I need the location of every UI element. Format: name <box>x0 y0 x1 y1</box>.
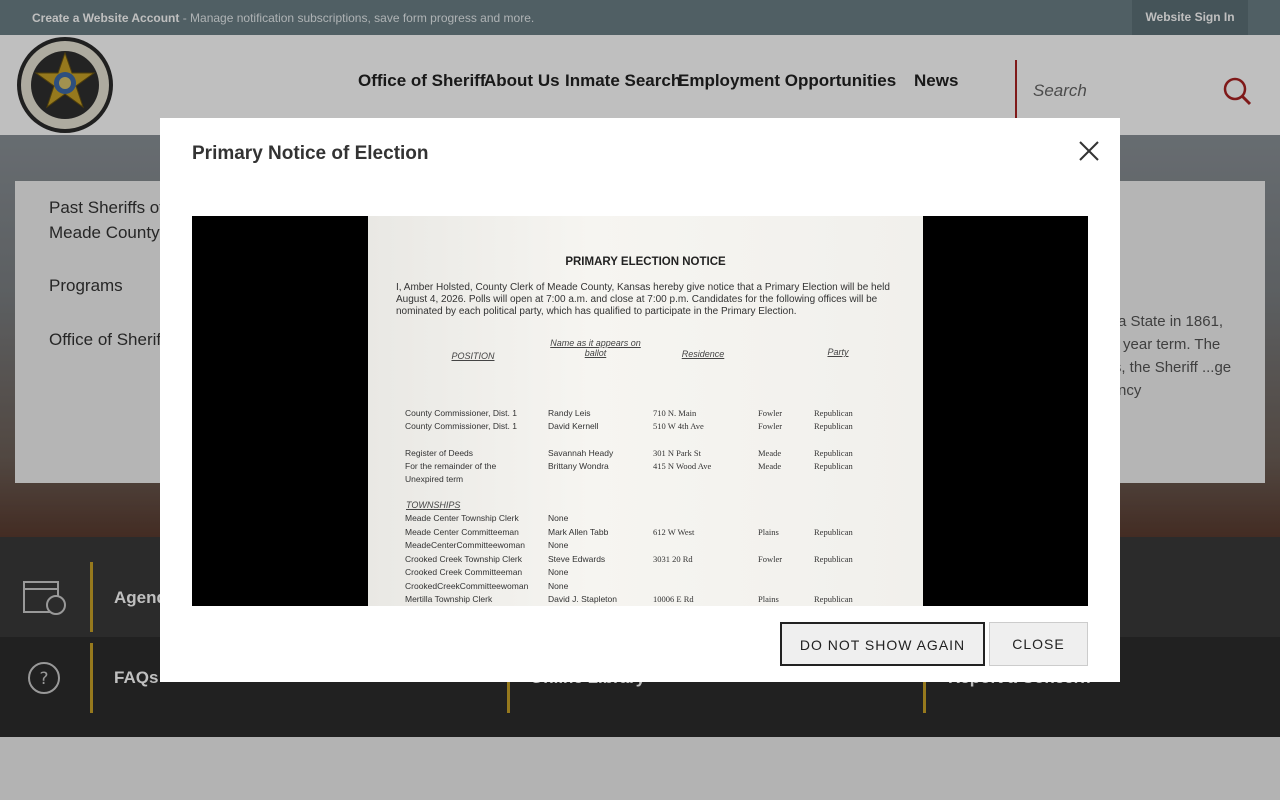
notice-cell-residence: 415 N Wood Ave <box>653 461 712 471</box>
column-position: POSITION <box>451 351 495 361</box>
notice-cell-party: Republican <box>814 526 853 537</box>
notice-cell-town: Meade <box>758 448 782 458</box>
notice-cell-position: Register of Deeds <box>405 448 474 458</box>
notice-cell-town: Meade <box>758 461 782 471</box>
notice-cell-position: Unexpired term <box>405 474 464 484</box>
notice-cell-party: Republican <box>814 408 853 418</box>
notice-cell-position: CrookedCreekCommitteewoman <box>405 580 529 591</box>
notice-cell-position: For the remainder of the <box>405 461 497 471</box>
notice-cell-position: County Commissioner, Dist. 1 <box>405 421 517 431</box>
notice-cell-party: Republican <box>814 553 853 564</box>
column-residence: Residence <box>681 349 725 359</box>
notice-cell-position: MeadeCenterCommitteewoman <box>405 540 525 550</box>
notice-cell-town: Fowler <box>758 553 783 564</box>
column-party: Party <box>827 347 849 357</box>
notice-cell-position: Meade Center Township Clerk <box>405 513 519 523</box>
close-icon[interactable] <box>1078 140 1100 162</box>
notice-cell-town: Fowler <box>758 421 783 431</box>
townships-label: TOWNSHIPS <box>406 500 461 510</box>
notice-cell-position: Crooked Creek Committeeman <box>405 567 523 577</box>
notice-cell-town: Fowler <box>758 408 783 418</box>
notice-cell-residence: 10006 E Rd <box>653 594 694 604</box>
notice-cell-party: Republican <box>814 461 853 471</box>
notice-cell-name: Mark Allen Tabb <box>548 526 609 537</box>
notice-cell-position: County Commissioner, Dist. 1 <box>405 408 517 418</box>
modal-title: Primary Notice of Election <box>192 143 429 164</box>
notice-cell-residence: 612 W West <box>653 526 695 537</box>
notice-cell-position: Meade Center Committeeman <box>405 526 519 537</box>
do-not-show-again-button[interactable]: DO NOT SHOW AGAIN <box>780 622 985 666</box>
notice-cell-town: Plains <box>758 526 779 537</box>
notice-cell-name: David Kernell <box>548 421 599 431</box>
notice-cell-town: Plains <box>758 594 779 604</box>
notice-cell-position: Mertilla Township Clerk <box>405 594 493 604</box>
notice-cell-residence: 3031 20 Rd <box>653 553 693 564</box>
notice-cell-name: Brittany Wondra <box>548 461 609 471</box>
notice-cell-name: None <box>548 540 569 550</box>
notice-cell-residence: 510 W 4th Ave <box>653 421 704 431</box>
notice-cell-party: Republican <box>814 448 853 458</box>
notice-cell-name: Savannah Heady <box>548 448 614 458</box>
election-notice-modal: Primary Notice of Election PRIMARY ELECT… <box>160 118 1120 682</box>
election-notice-document: PRIMARY ELECTION NOTICE I, Amber Holsted… <box>368 216 923 606</box>
notice-cell-position: Crooked Creek Township Clerk <box>405 553 523 564</box>
notice-heading: PRIMARY ELECTION NOTICE <box>565 256 726 268</box>
notice-cell-party: Republican <box>814 421 853 431</box>
notice-cell-residence: 301 N Park St <box>653 448 701 458</box>
notice-cell-party: Republican <box>814 594 853 604</box>
notice-cell-name: Randy Leis <box>548 408 591 418</box>
notice-image: PRIMARY ELECTION NOTICE I, Amber Holsted… <box>192 216 1088 606</box>
notice-cell-residence: 710 N. Main <box>653 408 697 418</box>
notice-cell-name: None <box>548 513 569 523</box>
notice-cell-name: None <box>548 567 569 577</box>
notice-cell-name: Steve Edwards <box>548 553 606 564</box>
notice-cell-name: David J. Stapleton <box>548 594 617 604</box>
close-button[interactable]: CLOSE <box>989 622 1088 666</box>
notice-cell-name: None <box>548 580 569 591</box>
notice-paragraph: I, Amber Holsted, County Clerk of Meade … <box>396 282 890 317</box>
column-name: Name as it appears on ballot <box>550 338 641 358</box>
